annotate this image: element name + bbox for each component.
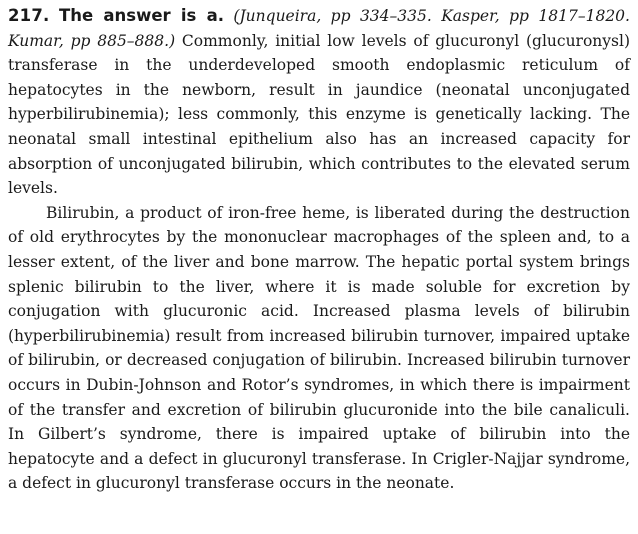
answer-heading: The answer is a.: [58, 6, 224, 25]
question-number: 217.: [8, 6, 50, 25]
answer-explanation-page: 217. The answer is a. (Junqueira, pp 334…: [0, 0, 638, 534]
paragraph-1: 217. The answer is a. (Junqueira, pp 334…: [8, 4, 630, 201]
paragraph-2: Bilirubin, a product of iron-free heme, …: [8, 203, 630, 493]
paragraph-1-body: Commonly, initial low levels of glucuron…: [8, 31, 630, 198]
